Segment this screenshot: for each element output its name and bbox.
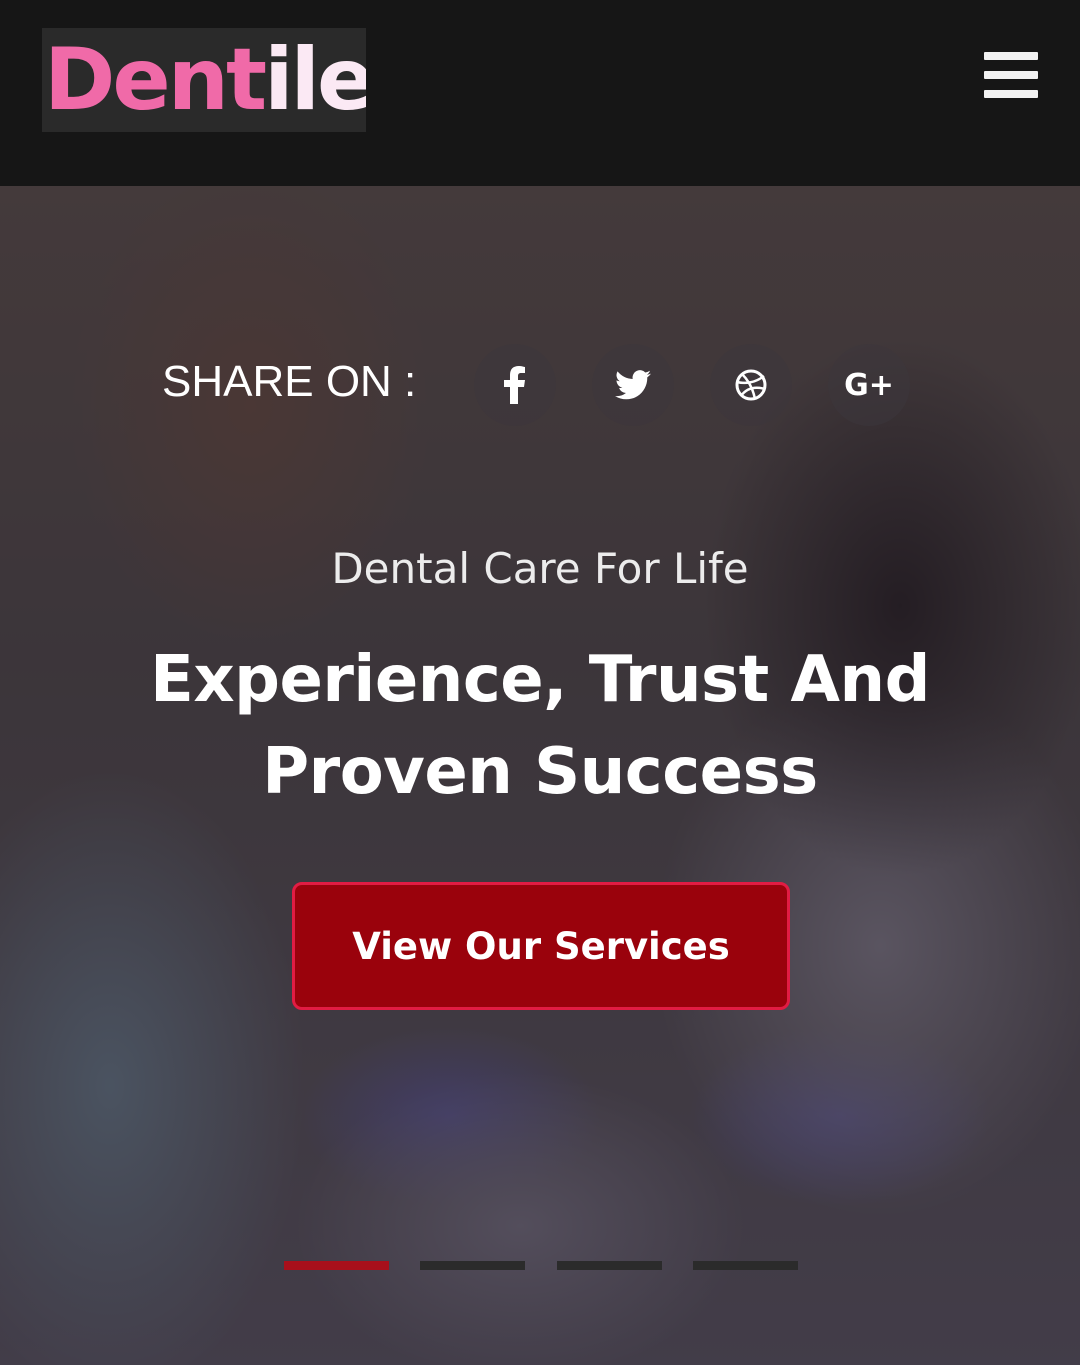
hero-content: SHARE ON : G+ Dental Care For Life Exper…	[0, 186, 1080, 1365]
dribbble-share-button[interactable]	[710, 344, 792, 426]
twitter-share-button[interactable]	[592, 344, 674, 426]
site-header: Dentile	[0, 0, 1080, 186]
menu-bar	[984, 90, 1038, 98]
facebook-share-button[interactable]	[474, 344, 556, 426]
google-plus-icon: G+	[844, 367, 894, 403]
slider-dot-3[interactable]	[557, 1261, 662, 1270]
hero-subtitle: Dental Care For Life	[331, 544, 749, 593]
twitter-icon	[615, 370, 651, 400]
site-logo[interactable]: Dentile	[42, 28, 366, 132]
slider-dot-2[interactable]	[420, 1261, 525, 1270]
slider-dot-4[interactable]	[693, 1261, 798, 1270]
logo-part-2: ile	[264, 30, 366, 130]
dribbble-icon	[734, 368, 768, 402]
hero-slider: SHARE ON : G+ Dental Care For Life Exper…	[0, 186, 1080, 1365]
facebook-icon	[504, 366, 526, 404]
hero-headline: Experience, Trust And Proven Success	[40, 634, 1040, 818]
menu-bar	[984, 71, 1038, 79]
google-plus-share-button[interactable]: G+	[828, 344, 910, 426]
hamburger-menu-icon[interactable]	[984, 52, 1038, 98]
logo-part-1: Dent	[44, 30, 267, 130]
menu-bar	[984, 52, 1038, 60]
slider-dot-1[interactable]	[284, 1261, 389, 1270]
share-on-label: SHARE ON :	[162, 357, 417, 406]
view-services-button[interactable]: View Our Services	[292, 882, 790, 1010]
headline-line-2: Proven Success	[262, 735, 818, 809]
headline-line-1: Experience, Trust And	[150, 643, 930, 717]
